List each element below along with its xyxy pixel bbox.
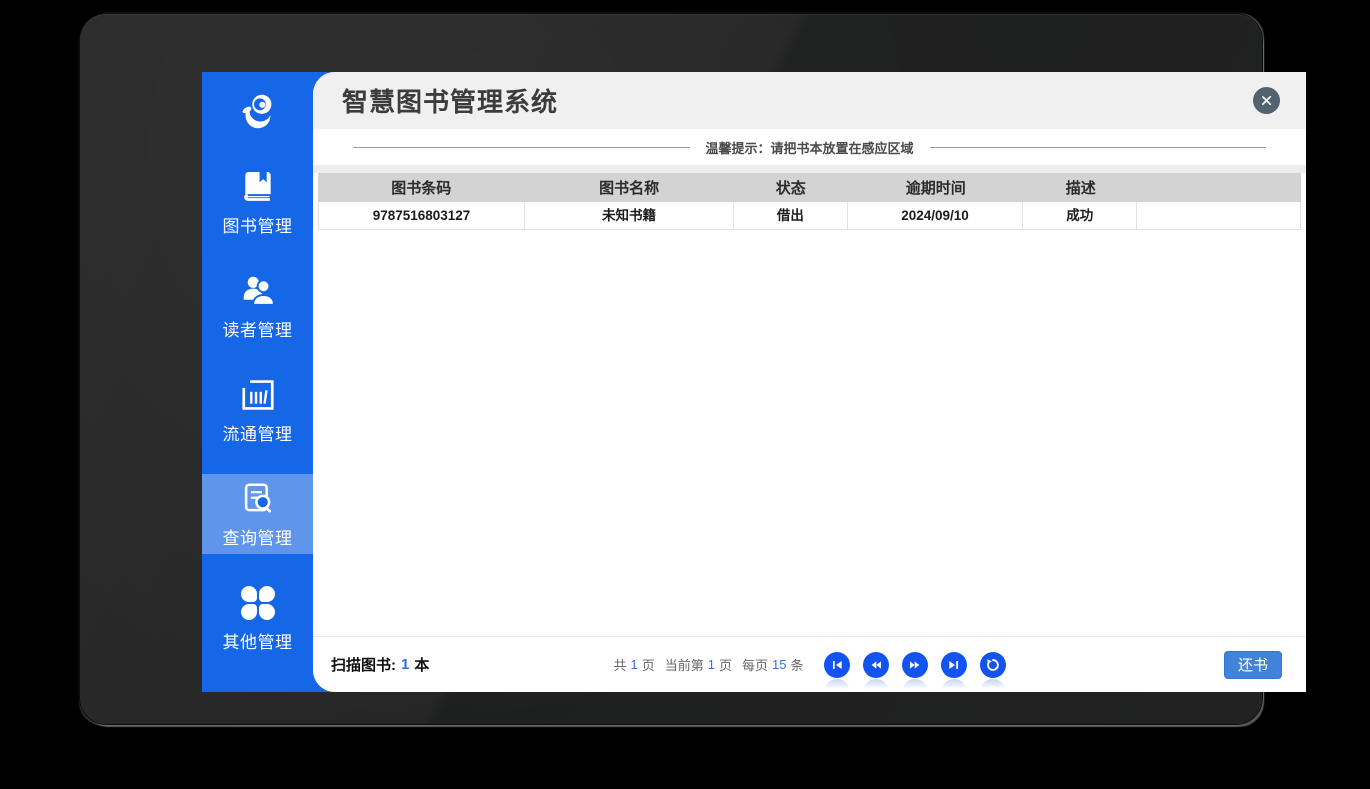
last-page-icon [946, 657, 962, 673]
scan-unit: 本 [414, 654, 429, 675]
rewind-button[interactable] [863, 652, 889, 678]
last-page-button[interactable] [941, 652, 967, 678]
sidebar-item-label: 图书管理 [223, 212, 293, 237]
sidebar-item-label: 其他管理 [223, 628, 293, 653]
bookshelf-icon [238, 375, 278, 415]
four-petal-icon [238, 583, 278, 623]
first-page-button[interactable] [824, 652, 850, 678]
cell-description: 成功 [1023, 202, 1137, 229]
page-title: 智慧图书管理系统 [342, 82, 558, 119]
notice-gap [313, 165, 1306, 173]
sidebar-item-inner: 查询管理 [202, 474, 313, 554]
readers-icon [238, 271, 278, 311]
close-button[interactable] [1253, 87, 1280, 114]
first-page-icon [829, 657, 845, 673]
column-header-description: 描述 [1024, 177, 1138, 198]
table-row[interactable]: 9787516803127 未知书籍 借出 2024/09/10 成功 [318, 202, 1301, 230]
device-frame: 图书管理 读者管理 [80, 14, 1262, 724]
notice-text: 温馨提示：请把书本放置在感应区域 [706, 138, 914, 157]
per-suffix: 条 [791, 655, 804, 674]
cell-barcode: 9787516803127 [319, 202, 525, 229]
logo [202, 72, 313, 150]
refresh-icon [985, 657, 1001, 673]
sidebar-item-label: 查询管理 [223, 524, 293, 549]
column-header-barcode: 图书条码 [318, 177, 524, 198]
sidebar-item-query[interactable]: 查询管理 [202, 462, 313, 566]
return-book-button[interactable]: 还书 [1224, 651, 1282, 679]
sidebar-item-readers[interactable]: 读者管理 [202, 254, 313, 358]
sidebar-item-label: 读者管理 [223, 316, 293, 341]
document-search-icon [238, 479, 278, 519]
pagination-buttons [824, 652, 1006, 678]
sidebar-item-circulation[interactable]: 流通管理 [202, 358, 313, 462]
rewind-icon [868, 657, 884, 673]
scan-count: 1 [401, 656, 409, 673]
close-icon [1259, 93, 1274, 108]
total-pages: 1 [631, 657, 638, 672]
panel-header: 智慧图书管理系统 [313, 72, 1306, 129]
current-prefix: 当前第 [665, 655, 704, 674]
cell-overdue: 2024/09/10 [848, 202, 1024, 229]
sidebar: 图书管理 读者管理 [202, 72, 313, 692]
sidebar-item-books[interactable]: 图书管理 [202, 150, 313, 254]
table-empty-area [313, 230, 1306, 636]
books-table: 图书条码 图书名称 状态 逾期时间 描述 9787516803127 未知书籍 … [318, 173, 1301, 230]
notice-divider-right [930, 147, 1267, 148]
content-panel: 智慧图书管理系统 温馨提示：请把书本放置在感应区域 [313, 72, 1306, 692]
per-prefix: 每页 [742, 655, 768, 674]
cell-extra [1137, 202, 1300, 229]
fast-forward-icon [907, 657, 923, 673]
sidebar-item-label: 流通管理 [223, 420, 293, 445]
column-header-name: 图书名称 [524, 177, 733, 198]
cell-status: 借出 [734, 202, 848, 229]
app-screen: 图书管理 读者管理 [202, 72, 1306, 692]
stage: 图书管理 读者管理 [0, 0, 1370, 789]
sidebar-item-inner: 图书管理 [202, 159, 313, 245]
notice-bar: 温馨提示：请把书本放置在感应区域 [313, 129, 1306, 165]
total-suffix: 页 [642, 655, 655, 674]
cell-name: 未知书籍 [525, 202, 734, 229]
notice-divider-left [353, 147, 690, 148]
pagination-summary: 共 1 页 当前第 1 页 每页 15 条 [613, 655, 803, 674]
sidebar-item-inner: 读者管理 [202, 263, 313, 349]
scan-info: 扫描图书: 1 本 [331, 654, 429, 675]
swirl-bird-logo-icon [234, 87, 282, 135]
panel-footer: 扫描图书: 1 本 共 1 页 当前第 1 页 每页 1 [313, 636, 1306, 692]
column-header-status: 状态 [734, 177, 848, 198]
scan-label: 扫描图书: [331, 654, 396, 675]
sidebar-item-inner: 其他管理 [202, 575, 313, 661]
column-header-overdue: 逾期时间 [848, 177, 1024, 198]
per-count: 15 [772, 657, 786, 672]
current-suffix: 页 [719, 655, 732, 674]
book-icon [238, 167, 278, 207]
sidebar-item-inner: 流通管理 [202, 367, 313, 453]
total-prefix: 共 [613, 655, 626, 674]
refresh-button[interactable] [980, 652, 1006, 678]
current-page: 1 [708, 657, 715, 672]
sidebar-item-other[interactable]: 其他管理 [202, 566, 313, 670]
fast-forward-button[interactable] [902, 652, 928, 678]
table-header: 图书条码 图书名称 状态 逾期时间 描述 [318, 173, 1301, 202]
pagination: 共 1 页 当前第 1 页 每页 15 条 [613, 652, 1005, 678]
